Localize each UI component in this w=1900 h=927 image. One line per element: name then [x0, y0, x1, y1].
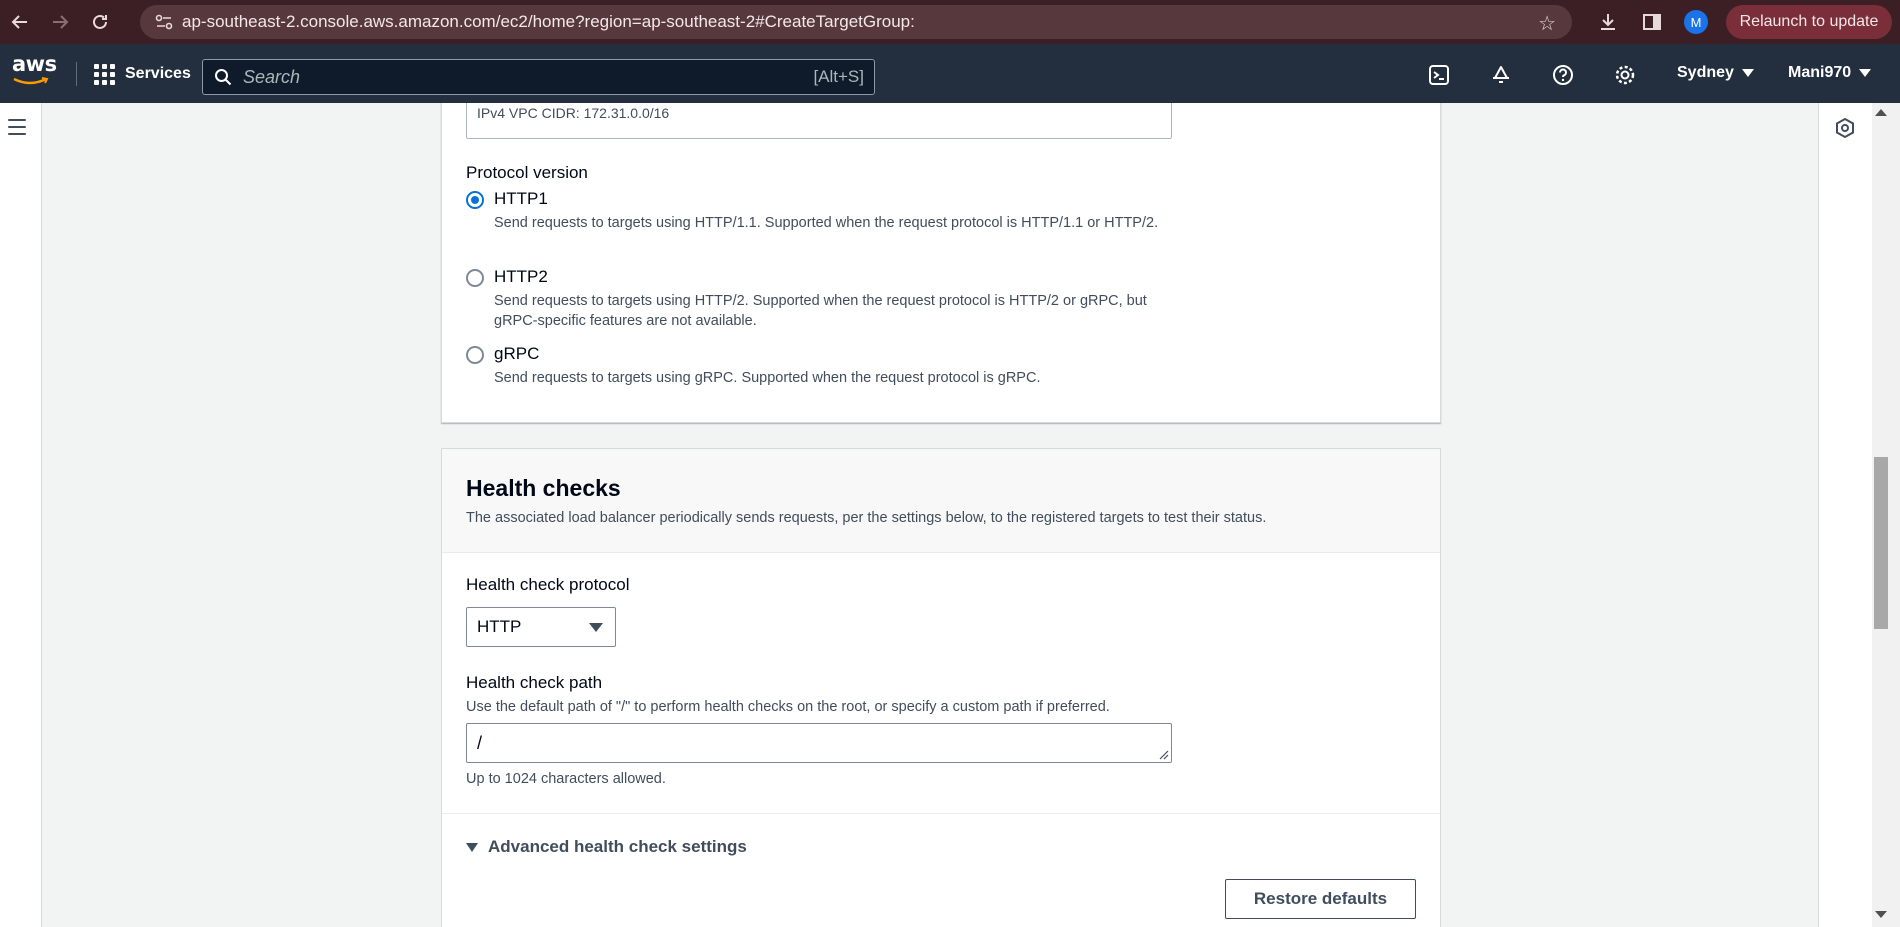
- health-check-protocol-label: Health check protocol: [466, 575, 630, 594]
- health-checks-description: The associated load balancer periodicall…: [466, 510, 1267, 526]
- health-checks-header: Health checks The associated load balanc…: [442, 449, 1440, 553]
- scroll-up-icon[interactable]: [1875, 109, 1887, 116]
- services-label: Services: [125, 65, 191, 82]
- restore-defaults-button[interactable]: Restore defaults: [1225, 879, 1416, 919]
- divider: [442, 813, 1440, 814]
- advanced-settings-toggle[interactable]: Advanced health check settings: [466, 837, 747, 857]
- radio-description: Send requests to targets using HTTP/1.1.…: [494, 215, 1159, 231]
- left-navigation-rail: [0, 103, 42, 927]
- forward-button[interactable]: [40, 0, 80, 44]
- radio-http1[interactable]: HTTP1 Send requests to targets using HTT…: [466, 189, 1174, 233]
- bell-icon: [1493, 66, 1509, 83]
- cloudshell-icon: [1429, 65, 1449, 85]
- target-group-settings-panel: vpc-0a7a4f4ac27a85eb IPv4 VPC CIDR: 172.…: [441, 103, 1441, 423]
- health-checks-panel: Health checks The associated load balanc…: [441, 448, 1441, 927]
- account-name: Mani970: [1788, 64, 1852, 81]
- help-icon: [1553, 65, 1573, 85]
- side-panel-icon: [1643, 14, 1661, 30]
- selected-value: HTTP: [477, 617, 522, 636]
- page-scrollbar[interactable]: [1872, 103, 1900, 927]
- chevron-down-icon: [1859, 69, 1872, 77]
- vpc-selector[interactable]: vpc-0a7a4f4ac27a85eb IPv4 VPC CIDR: 172.…: [466, 103, 1172, 139]
- reload-button[interactable]: [80, 0, 120, 44]
- console-content: vpc-0a7a4f4ac27a85eb IPv4 VPC CIDR: 172.…: [0, 103, 1900, 927]
- health-check-path-label: Health check path: [466, 673, 603, 692]
- address-bar[interactable]: ap-southeast-2.console.aws.amazon.com/ec…: [140, 5, 1572, 39]
- health-check-path-constraint: Up to 1024 characters allowed.: [466, 771, 666, 787]
- search-input[interactable]: [243, 66, 814, 88]
- caret-down-icon: [589, 623, 603, 632]
- scrollbar-thumb[interactable]: [1874, 457, 1888, 629]
- health-checks-title: Health checks: [466, 475, 621, 501]
- radio-button[interactable]: [466, 269, 484, 287]
- radio-http2[interactable]: HTTP2 Send requests to targets using HTT…: [466, 267, 1174, 331]
- health-check-path-input[interactable]: /: [466, 723, 1172, 763]
- search-bar[interactable]: [Alt+S]: [202, 59, 875, 95]
- radio-title: gRPC: [494, 344, 540, 363]
- help-button[interactable]: [1550, 62, 1576, 88]
- search-shortcut-hint: [Alt+S]: [813, 67, 864, 86]
- caret-down-icon: [466, 842, 478, 852]
- account-menu[interactable]: Mani970: [1788, 64, 1872, 82]
- radio-description: Send requests to targets using gRPC. Sup…: [494, 370, 1041, 386]
- aws-logo[interactable]: aws: [12, 52, 57, 96]
- reload-icon: [93, 14, 107, 29]
- radio-button[interactable]: [466, 346, 484, 364]
- scroll-down-icon[interactable]: [1875, 911, 1887, 918]
- url-text[interactable]: ap-southeast-2.console.aws.amazon.com/ec…: [182, 12, 915, 32]
- protocol-version-label: Protocol version: [466, 163, 588, 182]
- avatar: M: [1684, 10, 1708, 34]
- chevron-down-icon: [1741, 69, 1754, 77]
- arrow-left-icon: [11, 15, 27, 29]
- downloads-button[interactable]: [1586, 0, 1630, 44]
- resize-handle-icon[interactable]: [1159, 750, 1169, 760]
- right-tools-rail: [1818, 103, 1872, 927]
- info-panel-icon[interactable]: [1834, 117, 1856, 139]
- region-label: Sydney: [1677, 64, 1734, 81]
- menu-toggle-icon[interactable]: [8, 119, 26, 140]
- radio-grpc[interactable]: gRPC Send requests to targets using gRPC…: [466, 344, 1174, 388]
- back-button[interactable]: [0, 0, 40, 44]
- side-panel-button[interactable]: [1630, 0, 1674, 44]
- vpc-cidr-text: IPv4 VPC CIDR: 172.31.0.0/16: [477, 105, 670, 121]
- download-icon: [1601, 14, 1615, 30]
- site-settings-icon[interactable]: [146, 14, 182, 30]
- app-grid-icon: [94, 63, 115, 85]
- region-selector[interactable]: Sydney: [1677, 64, 1754, 82]
- aws-top-navigation: aws Services [Alt+S] Sydney Mani970: [0, 44, 1900, 103]
- search-icon: [203, 68, 243, 86]
- browser-toolbar: ap-southeast-2.console.aws.amazon.com/ec…: [0, 0, 1900, 44]
- advanced-settings-label: Advanced health check settings: [488, 837, 747, 856]
- radio-title: HTTP1: [494, 189, 548, 208]
- bookmark-star-icon[interactable]: ☆: [1538, 11, 1556, 36]
- nav-divider: [76, 62, 77, 86]
- gear-icon: [1615, 65, 1635, 85]
- input-value: /: [477, 732, 483, 753]
- aws-smile-icon: [13, 77, 49, 85]
- radio-description: Send requests to targets using HTTP/2. S…: [494, 293, 1147, 329]
- settings-button[interactable]: [1612, 62, 1638, 88]
- radio-button[interactable]: [466, 191, 484, 209]
- radio-title: HTTP2: [494, 267, 548, 286]
- services-menu-button[interactable]: Services: [94, 60, 191, 88]
- cloudshell-button[interactable]: [1426, 62, 1452, 88]
- arrow-right-icon: [53, 15, 69, 29]
- health-check-path-description: Use the default path of "/" to perform h…: [466, 699, 1110, 715]
- relaunch-button[interactable]: Relaunch to update: [1726, 5, 1892, 39]
- health-check-protocol-select[interactable]: HTTP: [466, 607, 616, 647]
- notifications-button[interactable]: [1488, 62, 1514, 88]
- profile-button[interactable]: M: [1674, 0, 1718, 44]
